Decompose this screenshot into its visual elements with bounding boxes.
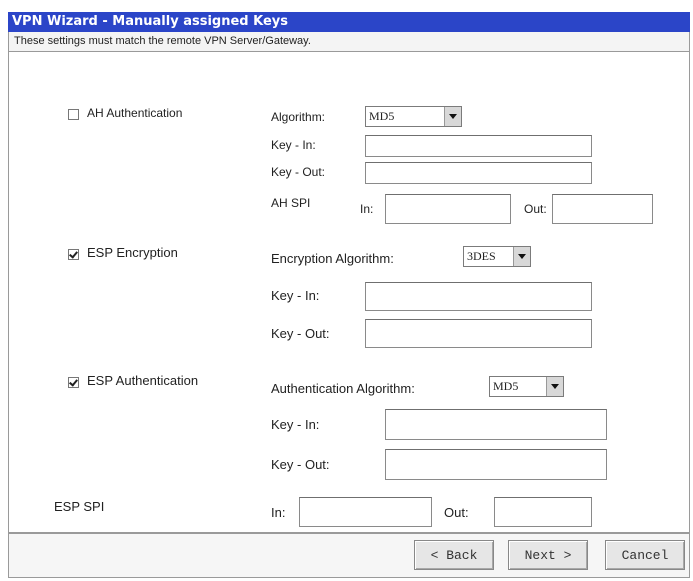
esp-authentication-algorithm-value: MD5 (493, 379, 519, 393)
esp-authentication-algorithm-select[interactable]: MD5 (489, 376, 564, 397)
esp-spi-in-label: In: (271, 505, 286, 520)
esp-encryption-algorithm-select[interactable]: 3DES (463, 246, 531, 267)
esp-authentication-checkbox[interactable] (68, 377, 79, 388)
settings-panel: AH Authentication Algorithm: MD5 Key - I… (8, 52, 690, 533)
esp-encryption-key-in-field[interactable] (365, 282, 592, 311)
esp-spi-out-label: Out: (444, 505, 469, 520)
ah-spi-label: AH SPI (271, 196, 311, 210)
back-button[interactable]: < Back (414, 540, 494, 570)
esp-spi-label: ESP SPI (54, 499, 105, 514)
page-subtitle: These settings must match the remote VPN… (8, 32, 690, 52)
ah-algorithm-select[interactable]: MD5 (365, 106, 462, 127)
ah-key-in-label: Key - In: (271, 138, 316, 152)
vpn-wizard-window: VPN Wizard - Manually assigned Keys Thes… (8, 12, 690, 578)
esp-encryption-checkbox[interactable] (68, 249, 79, 260)
esp-encryption-key-out-label: Key - Out: (271, 326, 330, 341)
esp-encryption-algorithm-value: 3DES (467, 249, 496, 263)
ah-spi-out-label: Out: (524, 202, 547, 216)
ah-algorithm-value: MD5 (369, 109, 395, 123)
ah-authentication-checkbox[interactable] (68, 109, 79, 120)
cancel-button[interactable]: Cancel (605, 540, 685, 570)
esp-authentication-algorithm-label: Authentication Algorithm: (271, 381, 415, 396)
wizard-footer: < Back Next > Cancel (8, 533, 690, 578)
ah-spi-in-field[interactable] (385, 194, 511, 224)
next-button[interactable]: Next > (508, 540, 588, 570)
ah-algorithm-label: Algorithm: (271, 110, 326, 124)
esp-authentication-key-out-label: Key - Out: (271, 457, 330, 472)
esp-authentication-label: ESP Authentication (87, 373, 199, 388)
esp-encryption-algorithm-label: Encryption Algorithm: (271, 251, 394, 266)
esp-encryption-label: ESP Encryption (87, 245, 178, 260)
esp-authentication-key-in-field[interactable] (385, 409, 607, 440)
ah-key-out-label: Key - Out: (271, 165, 326, 179)
ah-spi-out-field[interactable] (552, 194, 653, 224)
esp-authentication-key-out-field[interactable] (385, 449, 607, 480)
ah-key-in-field[interactable] (365, 135, 592, 157)
ah-spi-in-label: In: (360, 202, 374, 216)
esp-encryption-key-in-label: Key - In: (271, 288, 320, 303)
chevron-down-icon (444, 107, 461, 126)
page-title: VPN Wizard - Manually assigned Keys (8, 12, 690, 32)
ah-authentication-label: AH Authentication (87, 106, 183, 120)
ah-key-out-field[interactable] (365, 162, 592, 184)
esp-spi-out-field[interactable] (494, 497, 592, 527)
esp-authentication-key-in-label: Key - In: (271, 417, 320, 432)
chevron-down-icon (513, 247, 530, 266)
esp-spi-in-field[interactable] (299, 497, 432, 527)
chevron-down-icon (546, 377, 563, 396)
esp-encryption-key-out-field[interactable] (365, 319, 592, 348)
